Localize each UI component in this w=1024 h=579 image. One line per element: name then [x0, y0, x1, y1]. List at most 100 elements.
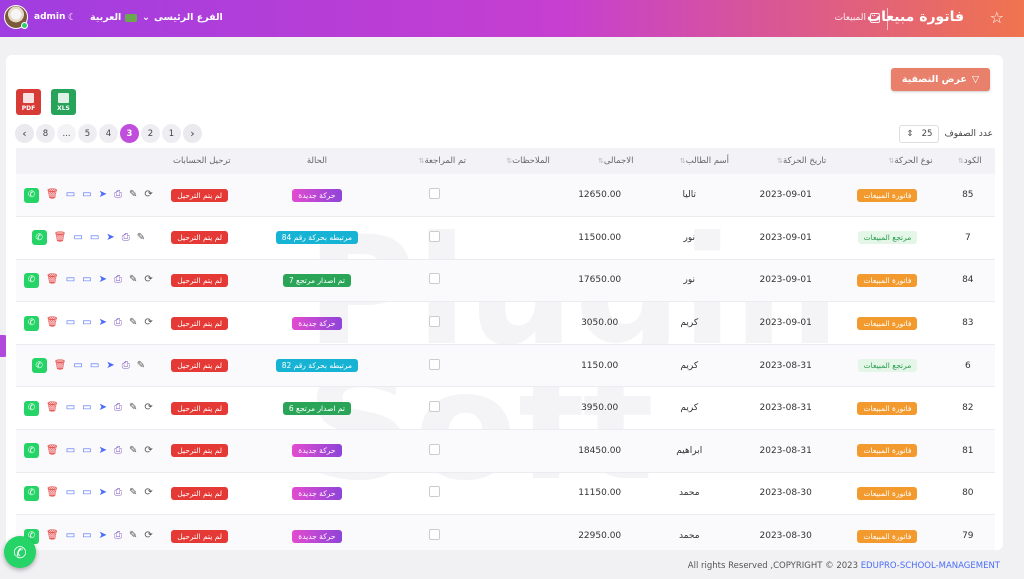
print-icon[interactable]: ⎙: [114, 275, 122, 285]
edit-icon[interactable]: ✎: [137, 360, 145, 371]
export-xls-button[interactable]: XLS: [51, 89, 76, 115]
table-row[interactable]: 81 فاتورة المبيعات 2023-08-31 ابراهيم 18…: [16, 429, 995, 473]
edit-icon[interactable]: ✎: [129, 275, 137, 285]
print-icon[interactable]: ⎙: [114, 488, 122, 498]
folder-open-icon[interactable]: ▭: [82, 445, 91, 456]
table-row[interactable]: 80 فاتورة المبيعات 2023-08-30 محمد 11150…: [16, 472, 995, 516]
delete-icon[interactable]: 🗑: [46, 275, 59, 285]
page-button[interactable]: 1: [162, 124, 181, 143]
user-menu[interactable]: admin: [4, 5, 65, 29]
branch-selector[interactable]: ⌄ الفرع الرئيسى: [142, 12, 223, 23]
refresh-icon[interactable]: ⟳: [144, 275, 152, 285]
whatsapp-icon[interactable]: ✆: [24, 485, 39, 501]
whatsapp-icon[interactable]: ✆: [24, 187, 39, 203]
reviewed-checkbox[interactable]: [429, 443, 441, 455]
delete-icon[interactable]: 🗑: [46, 531, 59, 541]
prev-page-button[interactable]: ‹: [15, 124, 34, 143]
page-button-active[interactable]: 3: [120, 124, 139, 143]
language-switcher[interactable]: العربية: [90, 12, 138, 23]
moon-icon[interactable]: ☾: [68, 12, 77, 23]
table-row[interactable]: 6 مرتجع المبيعات 2023-08-31 كريم 1150.00…: [16, 344, 995, 388]
refresh-icon[interactable]: ⟳: [144, 531, 152, 541]
reviewed-checkbox[interactable]: [429, 529, 441, 541]
refresh-icon[interactable]: ⟳: [144, 488, 152, 498]
next-page-button[interactable]: ›: [183, 124, 202, 143]
folder-open-icon[interactable]: ▭: [82, 275, 91, 285]
print-icon[interactable]: ⎙: [114, 531, 122, 541]
print-icon[interactable]: ⎙: [122, 360, 130, 371]
col-header[interactable]: الملاحظات⇅: [474, 148, 558, 174]
col-header[interactable]: تم المراجعة⇅: [395, 148, 475, 174]
whatsapp-icon[interactable]: ✆: [31, 358, 47, 374]
folder-icon[interactable]: ▭: [66, 275, 75, 285]
rows-select[interactable]: ⇕ 25: [899, 125, 940, 143]
whatsapp-icon[interactable]: ✆: [24, 443, 39, 459]
refresh-icon[interactable]: ⟳: [144, 403, 152, 413]
avatar[interactable]: [4, 5, 28, 29]
table-row[interactable]: 79 فاتورة المبيعات 2023-08-30 محمد 22950…: [16, 514, 995, 550]
send-icon[interactable]: ➤: [99, 445, 107, 456]
delete-icon[interactable]: 🗑: [46, 318, 59, 328]
folder-icon[interactable]: ▭: [66, 445, 75, 456]
table-row[interactable]: 84 فاتورة المبيعات 2023-09-01 نور 17650.…: [16, 259, 995, 303]
print-icon[interactable]: ⎙: [114, 190, 122, 200]
folder-icon[interactable]: ▭: [66, 190, 75, 200]
send-icon[interactable]: ➤: [106, 360, 114, 371]
folder-open-icon[interactable]: ▭: [82, 318, 91, 328]
table-row[interactable]: 83 فاتورة المبيعات 2023-09-01 كريم 3050.…: [16, 301, 995, 345]
folder-open-icon[interactable]: ▭: [82, 190, 91, 200]
reviewed-checkbox[interactable]: [429, 358, 441, 370]
footer-brand-link[interactable]: EDUPRO-SCHOOL-MANAGEMENT: [861, 561, 1000, 571]
folder-open-icon[interactable]: ▭: [90, 232, 99, 243]
send-icon[interactable]: ➤: [106, 232, 114, 243]
delete-icon[interactable]: 🗑: [54, 232, 67, 243]
reviewed-checkbox[interactable]: [429, 316, 441, 328]
edit-icon[interactable]: ✎: [129, 488, 137, 498]
table-row[interactable]: 7 مرتجع المبيعات 2023-09-01 نور 11500.00…: [16, 216, 995, 260]
whatsapp-icon[interactable]: ✆: [24, 400, 39, 416]
print-icon[interactable]: ⎙: [114, 445, 122, 456]
send-icon[interactable]: ➤: [99, 531, 107, 541]
folder-open-icon[interactable]: ▭: [82, 488, 91, 498]
col-header[interactable]: نوع الحركة⇅: [834, 148, 941, 174]
folder-icon[interactable]: ▭: [66, 403, 75, 413]
table-row[interactable]: 85 فاتورة المبيعات 2023-09-01 تاليا 1265…: [16, 174, 995, 218]
star-icon[interactable]: ☆: [990, 8, 1004, 27]
folder-open-icon[interactable]: ▭: [82, 403, 91, 413]
print-icon[interactable]: ⎙: [114, 318, 122, 328]
edit-icon[interactable]: ✎: [129, 531, 137, 541]
send-icon[interactable]: ➤: [99, 318, 107, 328]
refresh-icon[interactable]: ⟳: [144, 318, 152, 328]
page-button[interactable]: 5: [78, 124, 97, 143]
page-button[interactable]: 2: [141, 124, 160, 143]
edit-icon[interactable]: ✎: [137, 232, 145, 243]
send-icon[interactable]: ➤: [99, 275, 107, 285]
reviewed-checkbox[interactable]: [429, 273, 441, 285]
col-header[interactable]: تاريخ الحركة⇅: [737, 148, 835, 174]
filter-button[interactable]: عرض التصفية ▽: [891, 68, 990, 91]
export-pdf-button[interactable]: PDF: [16, 89, 41, 115]
delete-icon[interactable]: 🗑: [54, 360, 67, 371]
send-icon[interactable]: ➤: [99, 403, 107, 413]
table-row[interactable]: 82 فاتورة المبيعات 2023-08-31 كريم 3950.…: [16, 386, 995, 431]
refresh-icon[interactable]: ⟳: [144, 190, 152, 200]
col-header[interactable]: أسم الطالب⇅: [641, 148, 737, 174]
page-button[interactable]: 4: [99, 124, 118, 143]
page-button[interactable]: 8: [36, 124, 55, 143]
send-icon[interactable]: ➤: [99, 488, 107, 498]
username[interactable]: admin: [34, 12, 65, 22]
folder-open-icon[interactable]: ▭: [90, 360, 99, 371]
col-header[interactable]: الكود⇅: [940, 148, 995, 174]
folder-icon[interactable]: ▭: [66, 531, 75, 541]
whatsapp-icon[interactable]: ✆: [31, 230, 47, 246]
whatsapp-chat-button[interactable]: ✆: [4, 536, 36, 568]
send-icon[interactable]: ➤: [99, 190, 107, 200]
delete-icon[interactable]: 🗑: [46, 445, 59, 456]
delete-icon[interactable]: 🗑: [46, 403, 59, 413]
folder-icon[interactable]: ▭: [66, 318, 75, 328]
reviewed-checkbox[interactable]: [429, 188, 441, 200]
edit-icon[interactable]: ✎: [129, 318, 137, 328]
col-header[interactable]: الاجمالى⇅: [557, 148, 642, 174]
print-icon[interactable]: ⎙: [122, 232, 130, 243]
folder-icon[interactable]: ▭: [73, 360, 82, 371]
